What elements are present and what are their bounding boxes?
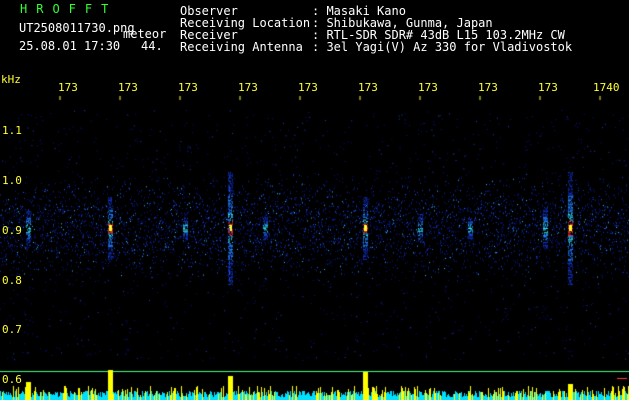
antenna-value: : 3el Yagi(V) Az 330 for Vladivostok [312,40,573,54]
file-name: UT2508011730.png [19,21,135,35]
y-tick-label: 0.6 [2,373,22,386]
y-tick-label: 0.7 [2,323,22,336]
meteor-count: 44. [141,39,163,53]
hrofft-window: HROFFT UT2508011730.png meteor 25.08.01 … [0,0,629,400]
y-tick-label: 0.8 [2,274,22,287]
spectrogram-canvas [0,0,629,400]
y-tick-label: 1.1 [2,124,22,137]
x-tick-label: 173 [238,81,258,94]
antenna-label: Receiving Antenna [180,40,303,54]
x-tick-label: 173 [58,81,78,94]
date-time: 25.08.01 17:30 [19,39,121,53]
x-tick-label: 173 [298,81,318,94]
y-tick-label: 0.9 [2,224,22,237]
x-tick-label: 1740 [593,81,620,94]
x-tick-label: 173 [538,81,558,94]
x-tick-label: 173 [178,81,198,94]
y-tick-label: 1.0 [2,174,22,187]
y-axis-unit: kHz [1,73,21,86]
x-tick-label: 173 [478,81,498,94]
x-tick-label: 173 [358,81,378,94]
app-brand: HROFFT [20,2,118,16]
x-tick-label: 173 [418,81,438,94]
x-tick-label: 173 [118,81,138,94]
